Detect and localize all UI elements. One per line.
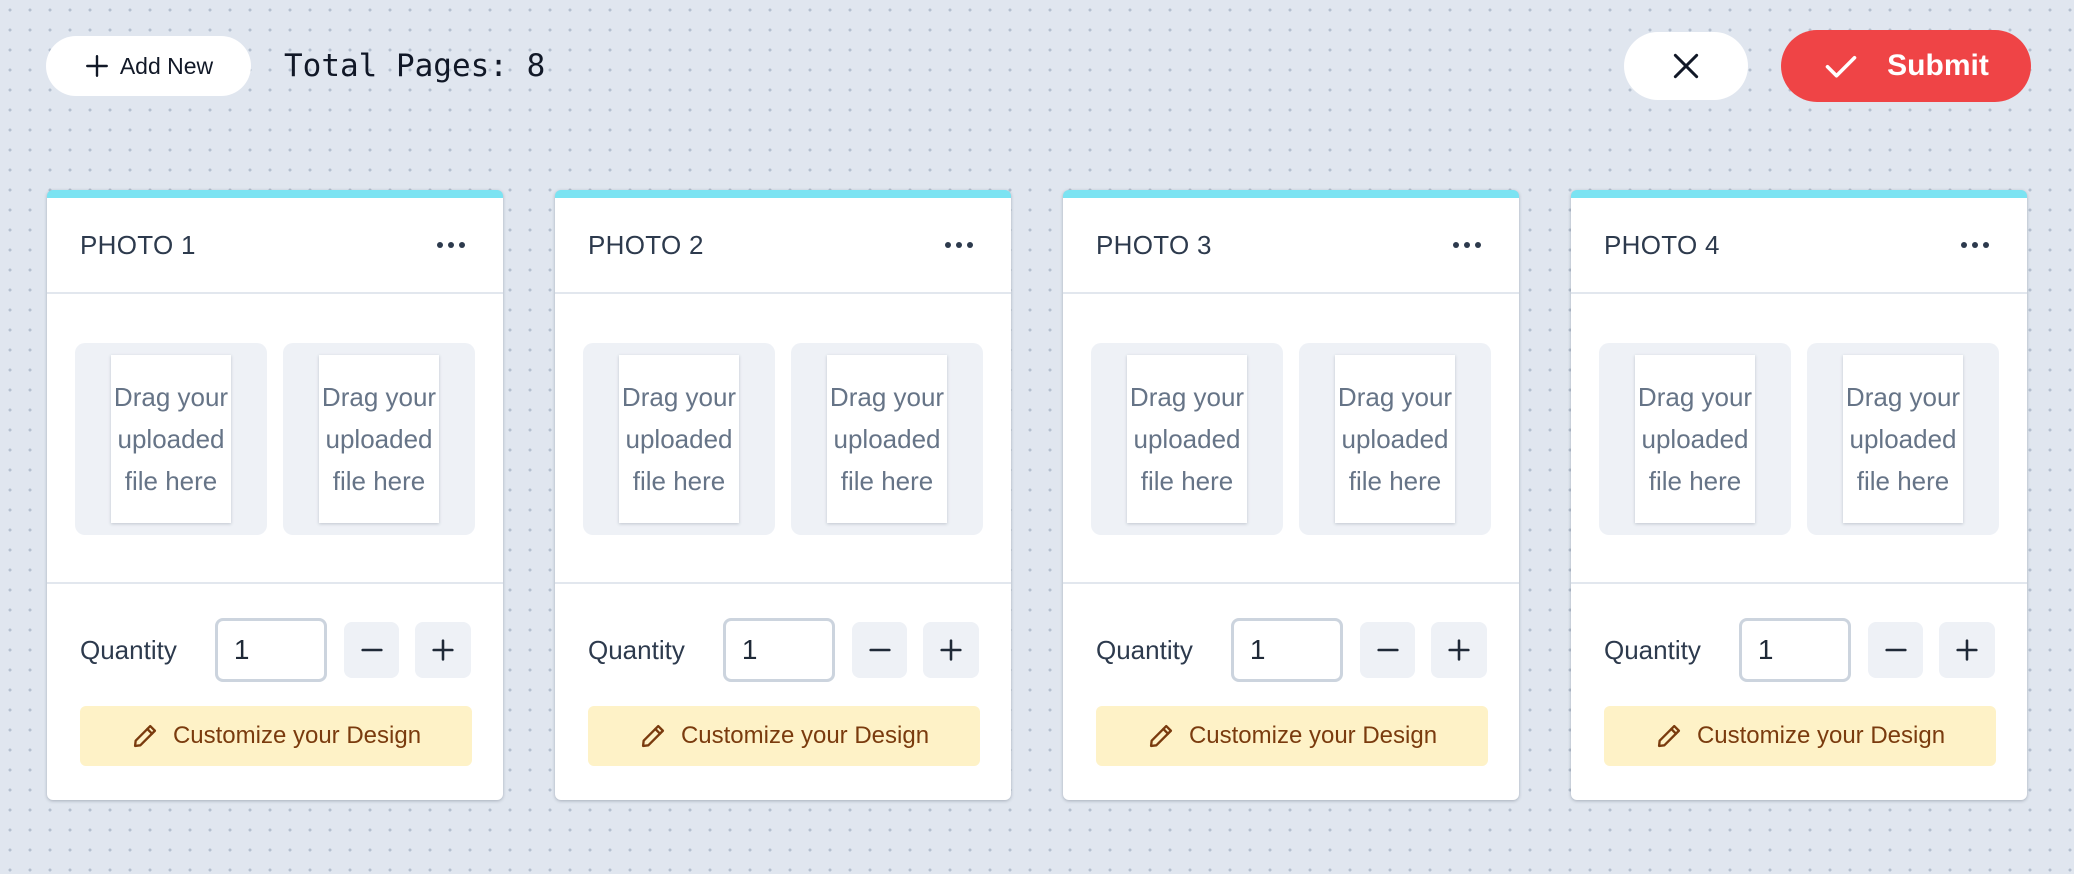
pencil-icon	[133, 724, 157, 748]
quantity-row: Quantity	[588, 618, 979, 682]
customize-design-button[interactable]: Customize your Design	[1096, 706, 1488, 766]
minus-icon	[869, 648, 891, 652]
decrement-button[interactable]	[1359, 622, 1416, 678]
drop-zone-text: Drag your uploaded file here	[1127, 355, 1247, 523]
increment-button[interactable]	[1939, 622, 1995, 678]
drop-zone-text: Drag your uploaded file here	[1843, 355, 1963, 523]
photo-card: PHOTO 2 Drag your uploaded file here Dra…	[555, 190, 1011, 800]
plus-icon	[84, 53, 110, 79]
photo-card: PHOTO 4 Drag your uploaded file here Dra…	[1571, 190, 2027, 800]
upload-area: Drag your uploaded file here Drag your u…	[555, 294, 1011, 584]
add-new-label: Add New	[119, 52, 214, 79]
quantity-row: Quantity	[1604, 618, 1995, 682]
plus-icon	[1956, 639, 1978, 661]
plus-icon	[1448, 639, 1470, 661]
close-icon	[1670, 50, 1702, 82]
quantity-label: Quantity	[588, 634, 685, 665]
customize-label: Customize your Design	[1696, 722, 1946, 749]
upload-drop-zone[interactable]: Drag your uploaded file here	[1807, 343, 1999, 535]
plus-icon	[432, 639, 454, 661]
upload-area: Drag your uploaded file here Drag your u…	[47, 294, 503, 584]
more-options-icon[interactable]	[1447, 225, 1487, 265]
total-pages-text: Total Pages: 8	[284, 48, 546, 84]
increment-button[interactable]	[415, 622, 471, 678]
upload-area: Drag your uploaded file here Drag your u…	[1063, 294, 1519, 584]
customize-design-button[interactable]: Customize your Design	[588, 706, 980, 766]
customize-design-button[interactable]: Customize your Design	[1604, 706, 1996, 766]
upload-drop-zone[interactable]: Drag your uploaded file here	[1299, 343, 1491, 535]
submit-label: Submit	[1887, 49, 1989, 82]
upload-drop-zone[interactable]: Drag your uploaded file here	[1091, 343, 1283, 535]
customize-label: Customize your Design	[1188, 722, 1438, 749]
quantity-label: Quantity	[1604, 634, 1701, 665]
more-options-icon[interactable]	[431, 225, 471, 265]
card-footer: Quantity Customize your Design	[555, 584, 1011, 766]
drop-zone-text: Drag your uploaded file here	[1335, 355, 1455, 523]
upload-drop-zone[interactable]: Drag your uploaded file here	[583, 343, 775, 535]
pencil-icon	[1149, 724, 1173, 748]
quantity-row: Quantity	[80, 618, 471, 682]
check-icon	[1823, 48, 1859, 84]
submit-button[interactable]: Submit	[1781, 30, 2031, 102]
increment-button[interactable]	[1431, 622, 1487, 678]
more-options-icon[interactable]	[1955, 225, 1995, 265]
drop-zone-text: Drag your uploaded file here	[619, 355, 739, 523]
card-title: PHOTO 4	[1604, 229, 1720, 260]
upload-drop-zone[interactable]: Drag your uploaded file here	[75, 343, 267, 535]
quantity-input[interactable]	[1738, 618, 1851, 682]
quantity-input[interactable]	[722, 618, 835, 682]
customize-label: Customize your Design	[680, 722, 930, 749]
card-footer: Quantity Customize your Design	[1571, 584, 2027, 766]
quantity-label: Quantity	[1096, 634, 1193, 665]
card-header: PHOTO 2	[555, 198, 1011, 294]
upload-drop-zone[interactable]: Drag your uploaded file here	[791, 343, 983, 535]
card-header: PHOTO 1	[47, 198, 503, 294]
card-header: PHOTO 3	[1063, 198, 1519, 294]
card-title: PHOTO 1	[80, 229, 196, 260]
card-footer: Quantity Customize your Design	[1063, 584, 1519, 766]
card-footer: Quantity Customize your Design	[47, 584, 503, 766]
minus-icon	[1377, 648, 1399, 652]
drop-zone-text: Drag your uploaded file here	[319, 355, 439, 523]
close-button[interactable]	[1624, 32, 1748, 100]
pencil-icon	[641, 724, 665, 748]
customize-label: Customize your Design	[172, 722, 422, 749]
minus-icon	[1885, 648, 1907, 652]
card-title: PHOTO 3	[1096, 229, 1212, 260]
drop-zone-text: Drag your uploaded file here	[1635, 355, 1755, 523]
photo-cards: PHOTO 1 Drag your uploaded file here Dra…	[47, 190, 2027, 800]
decrement-button[interactable]	[343, 622, 400, 678]
upload-area: Drag your uploaded file here Drag your u…	[1571, 294, 2027, 584]
decrement-button[interactable]	[1867, 622, 1924, 678]
plus-icon	[940, 639, 962, 661]
upload-drop-zone[interactable]: Drag your uploaded file here	[1599, 343, 1791, 535]
more-options-icon[interactable]	[939, 225, 979, 265]
add-new-button[interactable]: Add New	[46, 36, 251, 96]
customize-design-button[interactable]: Customize your Design	[80, 706, 472, 766]
quantity-input[interactable]	[1230, 618, 1343, 682]
card-header: PHOTO 4	[1571, 198, 2027, 294]
drop-zone-text: Drag your uploaded file here	[827, 355, 947, 523]
drop-zone-text: Drag your uploaded file here	[111, 355, 231, 523]
minus-icon	[361, 648, 383, 652]
pencil-icon	[1657, 724, 1681, 748]
quantity-input[interactable]	[214, 618, 327, 682]
photo-card: PHOTO 3 Drag your uploaded file here Dra…	[1063, 190, 1519, 800]
quantity-label: Quantity	[80, 634, 177, 665]
increment-button[interactable]	[923, 622, 979, 678]
card-title: PHOTO 2	[588, 229, 704, 260]
photo-card: PHOTO 1 Drag your uploaded file here Dra…	[47, 190, 503, 800]
decrement-button[interactable]	[851, 622, 908, 678]
upload-drop-zone[interactable]: Drag your uploaded file here	[283, 343, 475, 535]
quantity-row: Quantity	[1096, 618, 1487, 682]
